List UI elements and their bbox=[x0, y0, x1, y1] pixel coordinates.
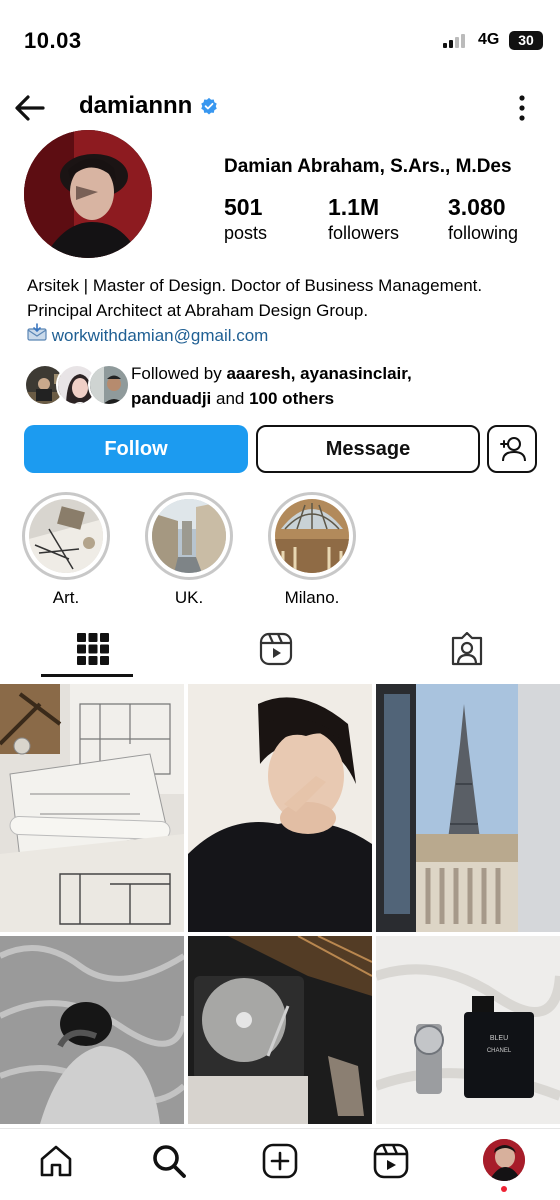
profile-tabs bbox=[0, 620, 560, 680]
followed-by-others: 100 others bbox=[249, 389, 335, 408]
grid-icon bbox=[77, 633, 109, 665]
followed-by-text: Followed by aaaresh, ayanasinclair, pandu… bbox=[131, 361, 551, 411]
followed-by-section[interactable]: Followed by aaaresh, ayanasinclair, pandu… bbox=[24, 358, 544, 410]
highlight-milano-cover bbox=[275, 499, 349, 573]
followers-count: 1.1M bbox=[328, 194, 380, 220]
username-heading: damiannn bbox=[79, 92, 218, 120]
highlight-label: Art. bbox=[52, 588, 80, 607]
posts-count: 501 bbox=[224, 194, 263, 220]
highlight-uk-cover bbox=[152, 499, 226, 573]
profile-bio: Arsitek | Master of Design. Doctor of Bu… bbox=[27, 273, 547, 348]
suggested-people-button[interactable] bbox=[487, 425, 537, 473]
post-thumbnail[interactable] bbox=[188, 684, 372, 932]
tab-reels[interactable] bbox=[183, 620, 369, 678]
email-text: workwithdamian@gmail.com bbox=[51, 326, 269, 345]
signal-icon bbox=[443, 34, 469, 48]
notification-dot bbox=[501, 1186, 507, 1192]
active-tab-indicator bbox=[41, 674, 133, 677]
email-link[interactable]: workwithdamian@gmail.com bbox=[27, 323, 547, 348]
following-count: 3.080 bbox=[448, 194, 506, 220]
svg-text:BLEU: BLEU bbox=[490, 1035, 508, 1042]
following-stat[interactable]: 3.080 following bbox=[448, 194, 518, 244]
profile-stats: 501 posts 1.1M followers 3.080 following bbox=[224, 194, 544, 244]
post-thumbnail[interactable]: BLEU CHANEL bbox=[376, 936, 560, 1124]
bio-line-1: Arsitek | Master of Design. Doctor of Bu… bbox=[27, 276, 483, 295]
username-label: damiannn bbox=[79, 92, 193, 119]
reels-icon bbox=[259, 632, 293, 666]
posts-grid: BLEU CHANEL bbox=[0, 684, 560, 1124]
reels-icon[interactable] bbox=[371, 1141, 411, 1181]
avatar bbox=[88, 364, 130, 406]
post-thumbnail[interactable] bbox=[376, 684, 560, 932]
highlight-art[interactable]: Art. bbox=[21, 492, 111, 608]
status-bar: 10.03 4G 30 bbox=[0, 0, 560, 80]
posts-stat[interactable]: 501 posts bbox=[224, 194, 267, 244]
more-vertical-icon[interactable] bbox=[512, 92, 532, 124]
highlight-label: UK. bbox=[174, 588, 204, 607]
create-icon[interactable] bbox=[260, 1141, 300, 1181]
status-time: 10.03 bbox=[24, 28, 82, 53]
post-thumbnail[interactable] bbox=[188, 936, 372, 1124]
following-label: following bbox=[448, 223, 519, 243]
profile-header: damiannn bbox=[0, 86, 560, 130]
posts-label: posts bbox=[224, 223, 268, 243]
profile-avatar[interactable] bbox=[24, 130, 152, 258]
tab-posts-grid[interactable] bbox=[0, 620, 186, 678]
followers-stat[interactable]: 1.1M followers bbox=[328, 194, 399, 244]
followed-by-and: and bbox=[211, 389, 250, 408]
followers-label: followers bbox=[328, 223, 400, 243]
highlight-label: Milano. bbox=[284, 588, 340, 607]
arrow-left-icon[interactable] bbox=[12, 90, 48, 126]
followed-by-names-2: panduadji bbox=[131, 389, 212, 408]
highlight-uk[interactable]: UK. bbox=[144, 492, 234, 608]
svg-text:CHANEL: CHANEL bbox=[487, 1048, 512, 1054]
followed-by-prefix: Followed by bbox=[131, 364, 227, 383]
highlight-milano[interactable]: Milano. bbox=[267, 492, 357, 608]
tagged-icon bbox=[451, 632, 483, 666]
followed-by-names: aaaresh, ayanasinclair, bbox=[226, 364, 412, 383]
mutual-avatars bbox=[24, 364, 130, 406]
battery-indicator: 30 bbox=[509, 31, 543, 50]
post-thumbnail[interactable] bbox=[0, 936, 184, 1124]
home-icon[interactable] bbox=[36, 1141, 76, 1181]
verified-badge-icon bbox=[201, 97, 218, 115]
highlight-art-cover bbox=[29, 499, 103, 573]
add-user-icon bbox=[500, 437, 526, 462]
tab-tagged[interactable] bbox=[374, 620, 560, 678]
bio-line-2: Principal Architect at Abraham Design Gr… bbox=[27, 301, 369, 320]
profile-full-name: Damian Abraham, S.Ars., M.Des bbox=[224, 156, 512, 177]
network-label: 4G bbox=[478, 31, 500, 48]
email-icon bbox=[27, 323, 47, 341]
bottom-navigation bbox=[0, 1128, 560, 1200]
search-icon[interactable] bbox=[149, 1141, 189, 1181]
message-button[interactable]: Message bbox=[256, 425, 480, 473]
post-thumbnail[interactable] bbox=[0, 684, 184, 932]
profile-tab-avatar[interactable] bbox=[483, 1139, 525, 1181]
follow-button[interactable]: Follow bbox=[24, 425, 248, 473]
